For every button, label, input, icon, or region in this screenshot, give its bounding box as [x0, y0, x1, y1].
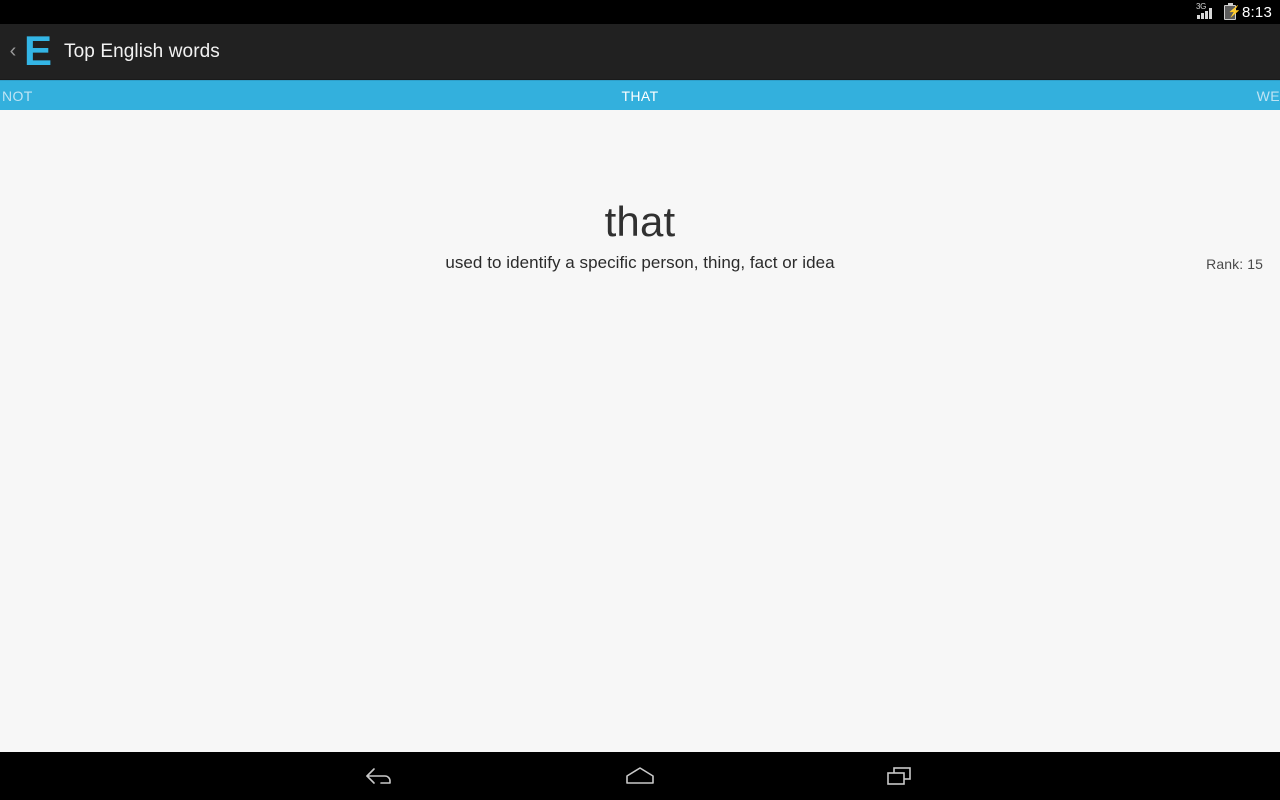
app-title: Top English words — [64, 40, 220, 62]
action-bar: ‹ E Top English words — [0, 24, 1280, 80]
status-icon-group: 3G ⚡ 8:13 — [1196, 2, 1272, 21]
word-headword: that — [604, 198, 676, 245]
tab-strip: NOT THAT WE — [0, 80, 1280, 110]
word-definition: used to identify a specific person, thin… — [445, 253, 835, 272]
word-detail-panel: Rank: 15 that used to identify a specifi… — [0, 110, 1280, 752]
back-arrow-icon — [366, 768, 391, 784]
device-screen: 3G ⚡ 8:13 ‹ E Top English words NOT THAT… — [0, 0, 1280, 800]
battery-charging-icon: ⚡ — [1224, 2, 1241, 20]
recent-apps-button[interactable] — [876, 752, 924, 800]
signal-bars-icon: 3G — [1196, 3, 1218, 20]
word-block: that used to identify a specific person,… — [0, 198, 1280, 274]
charging-bolt-icon: ⚡ — [1227, 5, 1242, 18]
app-logo-icon[interactable]: E — [24, 29, 52, 74]
status-bar: 3G ⚡ 8:13 — [0, 0, 1280, 24]
tab-previous-word[interactable]: NOT — [0, 81, 426, 110]
home-icon — [626, 767, 654, 784]
recent-apps-icon — [887, 767, 911, 785]
tab-next-word[interactable]: WE — [854, 81, 1280, 110]
back-button[interactable] — [356, 752, 404, 800]
status-clock: 8:13 — [1242, 3, 1272, 21]
signal-bar-graphic — [1197, 8, 1212, 19]
tab-current-word[interactable]: THAT — [427, 81, 853, 110]
up-navigation-icon[interactable]: ‹ — [4, 41, 22, 63]
system-navigation-bar — [0, 752, 1280, 800]
home-button[interactable] — [616, 752, 664, 800]
